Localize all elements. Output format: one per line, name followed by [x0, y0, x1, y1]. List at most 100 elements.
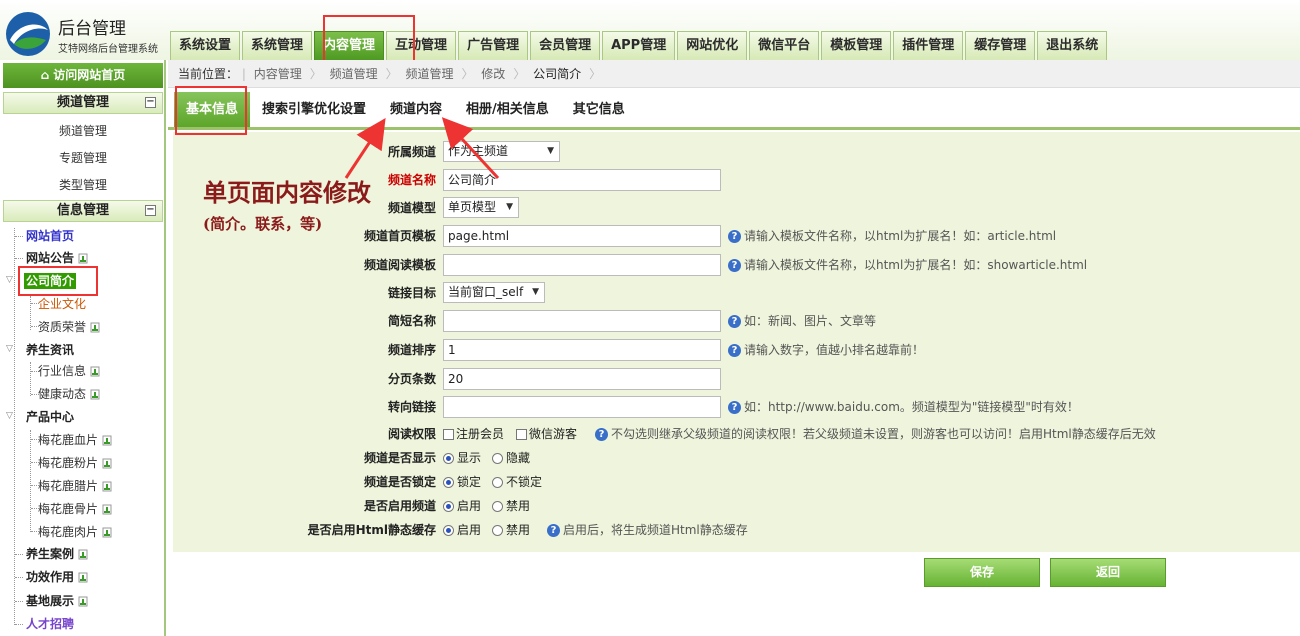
dropdown-arrow-icon: ▼ — [506, 202, 513, 212]
tree-item-notice[interactable]: 网站公告 — [26, 250, 89, 266]
tree-item-product-3[interactable]: 梅花鹿腊片 — [38, 478, 113, 494]
row-html-cache: 是否启用Html静态缓存 启用 禁用 ? 启用后，将生成频道Html静态缓存 — [173, 518, 1300, 542]
add-doc-icon[interactable] — [78, 572, 89, 583]
cache-no-radio[interactable]: 禁用 — [492, 518, 530, 542]
save-button[interactable]: 保存 — [924, 558, 1040, 587]
tree-item-health-news[interactable]: 养生资讯 — [26, 342, 74, 358]
parent-channel-label: 所属频道 — [387, 145, 436, 159]
tree-item-culture[interactable]: 企业文化 — [38, 296, 86, 312]
tree-item-company[interactable]: 公司简介 — [24, 273, 77, 289]
perm-member-checkbox[interactable]: 注册会员 — [443, 422, 504, 446]
show-yes-radio[interactable]: 显示 — [443, 446, 481, 470]
nav-app[interactable]: APP管理 — [602, 31, 676, 60]
back-button[interactable]: 返回 — [1050, 558, 1166, 587]
dropdown-arrow-icon: ▼ — [547, 146, 554, 156]
tree-item-product-5[interactable]: 梅花鹿肉片 — [38, 524, 113, 540]
link-target-select[interactable]: 当前窗口_self ▼ — [443, 282, 545, 303]
add-doc-icon[interactable] — [102, 458, 113, 469]
nav-content-manage[interactable]: 内容管理 — [314, 31, 385, 60]
add-doc-icon[interactable] — [78, 596, 89, 607]
tree-item-cases[interactable]: 养生案例 — [26, 546, 89, 562]
add-doc-icon[interactable] — [102, 527, 113, 538]
nav-templates[interactable]: 模板管理 — [821, 31, 892, 60]
redirect-link-input[interactable] — [443, 396, 721, 418]
lock-no-radio[interactable]: 不锁定 — [492, 470, 542, 494]
tree-item-home[interactable]: 网站首页 — [26, 228, 74, 244]
html-cache-label: 是否启用Html静态缓存 — [307, 523, 436, 537]
channel-order-input[interactable]: 1 — [443, 339, 721, 361]
collapse-icon[interactable]: − — [145, 205, 156, 216]
expand-caret-icon[interactable]: ▽ — [6, 344, 13, 354]
nav-plugins[interactable]: 插件管理 — [893, 31, 964, 60]
cache-yes-radio[interactable]: 启用 — [443, 518, 481, 542]
lock-label: 频道是否锁定 — [363, 475, 436, 489]
show-no-radio[interactable]: 隐藏 — [492, 446, 530, 470]
help-icon: ? — [728, 315, 741, 328]
tree-item-label: 基地展示 — [26, 594, 75, 608]
page-size-input[interactable]: 20 — [443, 368, 721, 390]
enable-yes-radio[interactable]: 启用 — [443, 494, 481, 518]
nav-cache[interactable]: 缓存管理 — [965, 31, 1036, 60]
tree-item-products[interactable]: 产品中心 — [26, 409, 74, 425]
sidebar-item-channel-manage[interactable]: 频道管理 — [0, 122, 166, 139]
read-template-input[interactable] — [443, 254, 721, 276]
add-doc-icon[interactable] — [90, 322, 101, 333]
nav-system-manage[interactable]: 系统管理 — [242, 31, 313, 60]
enable-no-radio[interactable]: 禁用 — [492, 494, 530, 518]
tab-seo-settings[interactable]: 搜索引擎优化设置 — [250, 92, 378, 127]
index-template-input[interactable]: page.html — [443, 225, 721, 247]
channel-group-header[interactable]: 频道管理 − — [3, 92, 163, 114]
nav-interaction[interactable]: 互动管理 — [386, 31, 457, 60]
info-group-header[interactable]: 信息管理 − — [3, 200, 163, 222]
hint-text: 如：http://www.baidu.com。频道模型为"链接模型"时有效！ — [744, 400, 1079, 414]
nav-seo[interactable]: 网站优化 — [677, 31, 748, 60]
add-doc-icon[interactable] — [78, 253, 89, 264]
visit-site-button[interactable]: ⌂ 访问网站首页 — [3, 63, 163, 88]
tree-item-effects[interactable]: 功效作用 — [26, 569, 89, 585]
tree-branch — [15, 236, 23, 237]
expand-caret-icon[interactable]: ▽ — [6, 275, 13, 285]
show-no-label: 隐藏 — [506, 451, 531, 465]
nav-system-settings[interactable]: 系统设置 — [170, 31, 241, 60]
nav-ads[interactable]: 广告管理 — [458, 31, 529, 60]
add-doc-icon[interactable] — [102, 504, 113, 515]
channel-model-select[interactable]: 单页模型 ▼ — [443, 197, 519, 218]
nav-wechat[interactable]: 微信平台 — [749, 31, 820, 60]
help-icon: ? — [728, 401, 741, 414]
tree-item-product-1[interactable]: 梅花鹿血片 — [38, 432, 113, 448]
add-doc-icon[interactable] — [90, 366, 101, 377]
breadcrumb-item[interactable]: 频道管理 — [401, 60, 461, 88]
tree-item-base[interactable]: 基地展示 — [26, 593, 89, 609]
tree-item-product-4[interactable]: 梅花鹿骨片 — [38, 501, 113, 517]
sidebar-item-topic-manage[interactable]: 专题管理 — [0, 149, 166, 166]
tree-item-honor[interactable]: 资质荣誉 — [38, 319, 101, 335]
tree-item-industry[interactable]: 行业信息 — [38, 363, 101, 379]
add-doc-icon[interactable] — [78, 549, 89, 560]
tree-item-product-2[interactable]: 梅花鹿粉片 — [38, 455, 113, 471]
short-name-input[interactable] — [443, 310, 721, 332]
tree-item-health-dynamics[interactable]: 健康动态 — [38, 386, 101, 402]
lock-yes-radio[interactable]: 锁定 — [443, 470, 481, 494]
breadcrumb-item[interactable]: 频道管理 — [326, 60, 386, 88]
add-doc-icon[interactable] — [102, 481, 113, 492]
expand-caret-icon[interactable]: ▽ — [6, 411, 13, 421]
nav-members[interactable]: 会员管理 — [530, 31, 601, 60]
nav-logout[interactable]: 退出系统 — [1037, 31, 1108, 60]
channel-name-input[interactable]: 公司简介 — [443, 169, 721, 191]
perm-wechat-checkbox[interactable]: 微信游客 — [516, 422, 577, 446]
tree-item-jobs[interactable]: 人才招聘 — [26, 616, 74, 632]
parent-channel-select[interactable]: 作为主频道 ▼ — [443, 141, 560, 162]
collapse-icon[interactable]: − — [145, 97, 156, 108]
breadcrumb-item[interactable]: 内容管理 — [250, 60, 310, 88]
breadcrumb-item[interactable]: 修改 — [477, 60, 513, 88]
add-doc-icon[interactable] — [90, 389, 101, 400]
cache-no-label: 禁用 — [506, 523, 531, 537]
tab-album[interactable]: 相册/相关信息 — [454, 92, 561, 127]
sidebar-item-type-manage[interactable]: 类型管理 — [0, 176, 166, 193]
tree-item-label: 养生案例 — [26, 547, 75, 561]
add-doc-icon[interactable] — [102, 435, 113, 446]
tab-channel-content[interactable]: 频道内容 — [378, 92, 454, 127]
tab-other-info[interactable]: 其它信息 — [561, 92, 637, 127]
channel-model-label: 频道模型 — [387, 201, 436, 215]
tab-basic-info[interactable]: 基本信息 — [174, 92, 251, 127]
